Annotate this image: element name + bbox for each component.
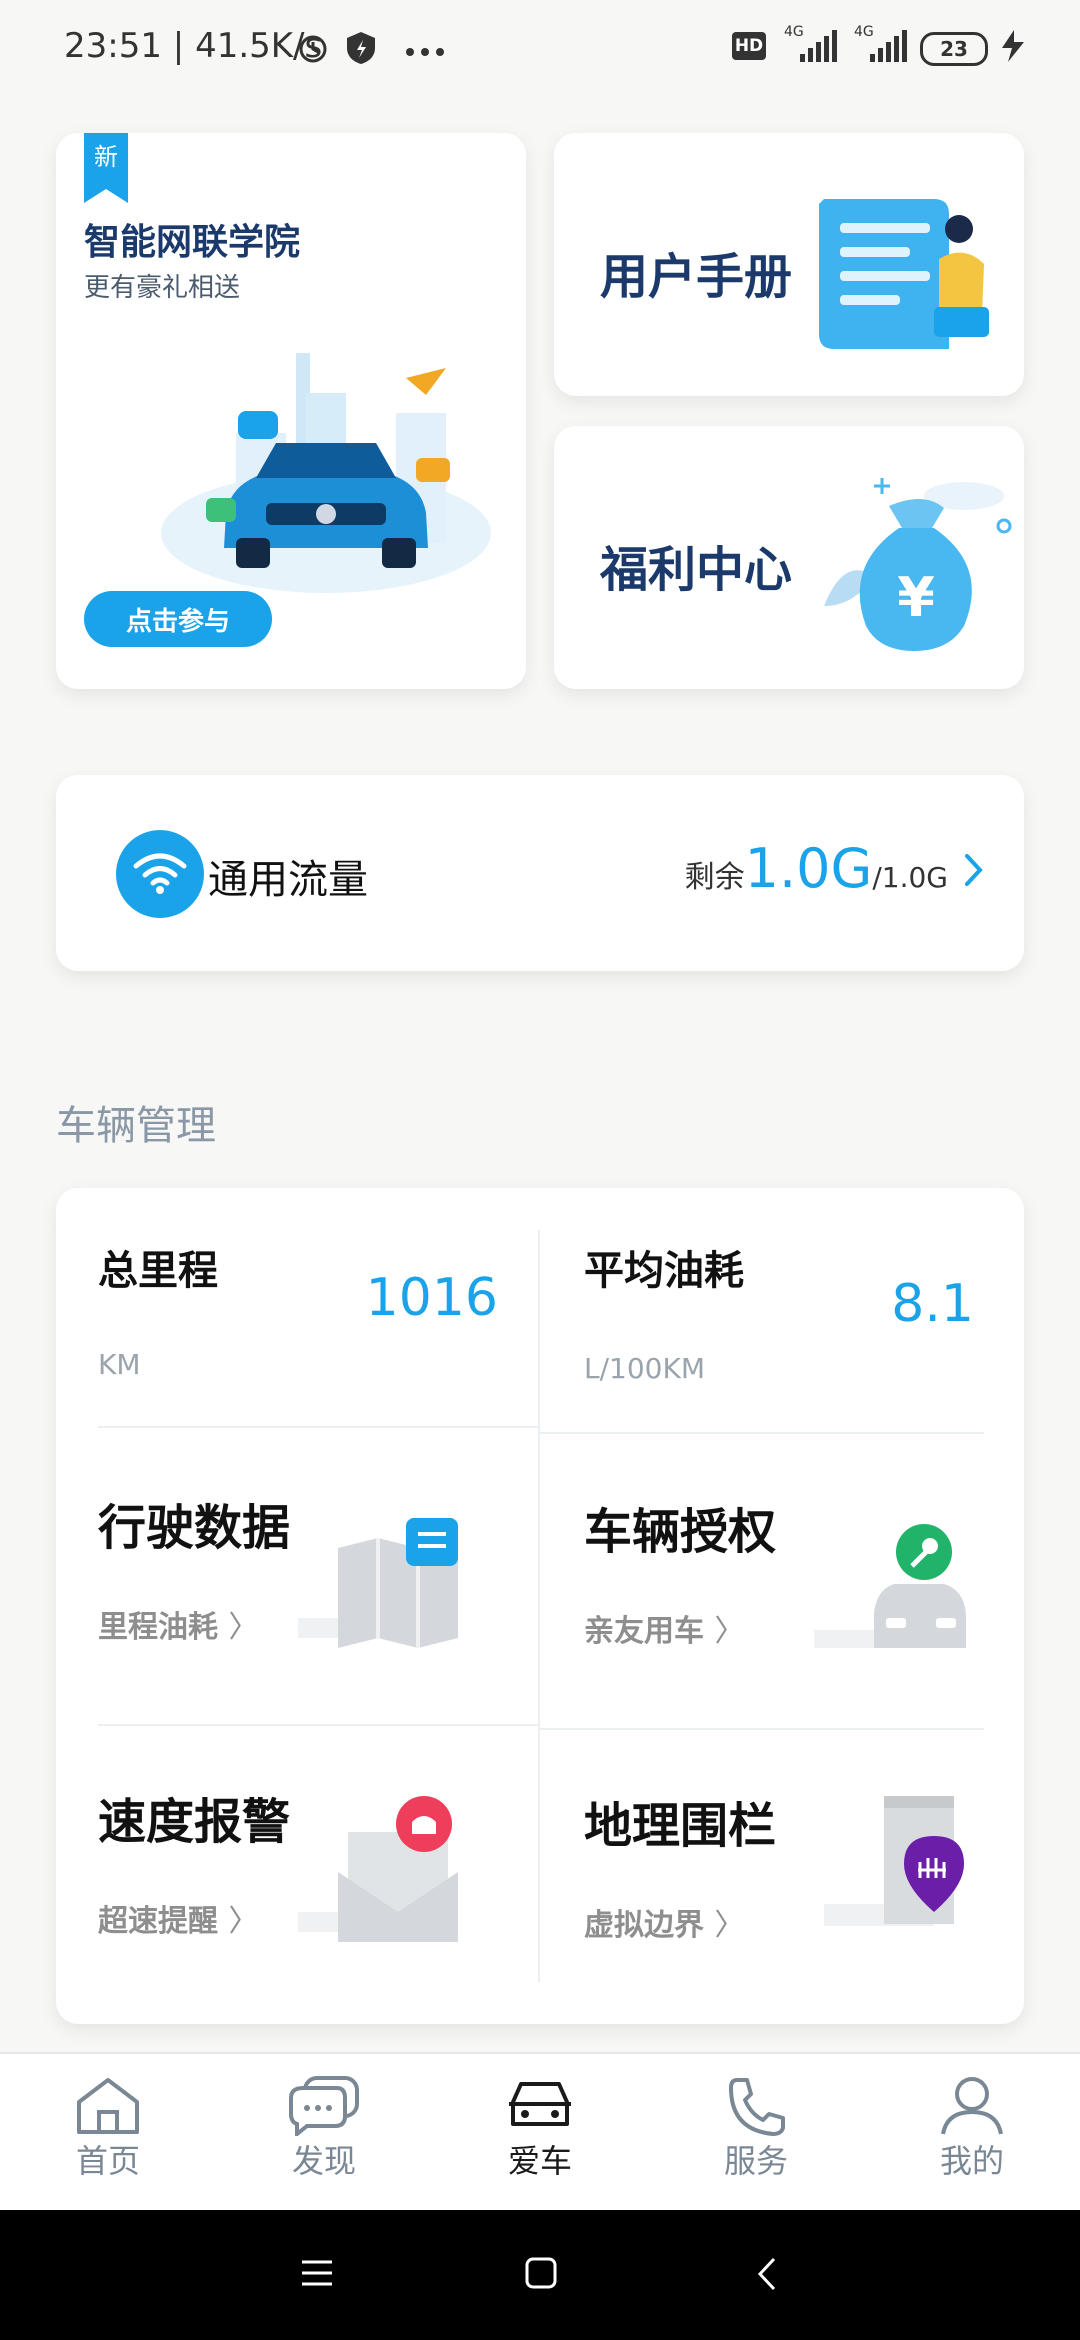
data-plan-label: 通用流量 <box>208 857 368 903</box>
fuel-value: 8.1 <box>891 1274 974 1334</box>
signal-4g-icon: 4G <box>850 24 910 68</box>
mileage-value: 1016 <box>365 1268 498 1328</box>
average-fuel-stat: 平均油耗 8.1 L/100KM <box>584 1238 1004 1408</box>
column-divider <box>538 1230 540 1982</box>
tile-title: 速度报警 <box>98 1794 291 1850</box>
money-bag-illustration: ¥ <box>804 466 1014 670</box>
wifi-icon <box>116 830 204 918</box>
total-value: /1.0G <box>872 861 948 894</box>
driving-data-tile[interactable]: 行驶数据 里程油耗 〉 <box>98 1448 538 1718</box>
battery-icon: 23 <box>920 32 988 66</box>
phone-icon <box>729 2078 785 2136</box>
geofence-tile[interactable]: 地理围栏 虚拟边界 〉 <box>584 1748 1004 2008</box>
status-time: 23:51 | 41.5K/s <box>64 26 323 66</box>
nav-discover[interactable]: 发现 <box>264 2074 384 2182</box>
user-icon <box>941 2077 1003 2135</box>
mileage-unit: KM <box>98 1348 141 1381</box>
vehicle-management-title: 车辆管理 <box>56 1103 216 1149</box>
fuel-label: 平均油耗 <box>584 1248 744 1294</box>
row-divider <box>540 1432 984 1434</box>
remaining-prefix: 剩余 <box>684 860 745 895</box>
row-divider <box>98 1724 538 1726</box>
nav-label: 发现 <box>291 2142 356 2180</box>
academy-promo-card[interactable]: 新 智能网联学院 更有豪礼相送 点击参与 <box>56 133 526 689</box>
data-remaining: 剩余 1.0G /1.0G <box>685 837 948 900</box>
nav-me[interactable]: 我的 <box>912 2074 1032 2182</box>
user-manual-title: 用户手册 <box>600 249 793 305</box>
status-bar: 23:51 | 41.5K/s HD 4G 4G 23 <box>0 0 1080 90</box>
shield-icon <box>345 30 377 70</box>
remaining-value: 1.0G <box>744 837 873 900</box>
manual-illustration <box>804 189 1004 363</box>
map-icon <box>298 1518 478 1652</box>
vehicle-authorization-tile[interactable]: 车辆授权 亲友用车 〉 <box>584 1448 1004 1718</box>
alarm-icon <box>295 30 331 70</box>
hd-icon: HD <box>732 32 766 60</box>
nav-home[interactable]: 首页 <box>48 2074 168 2182</box>
vehicle-management-card: 总里程 1016 KM 平均油耗 8.1 L/100KM 行驶数据 里程油耗 〉… <box>56 1188 1024 2024</box>
car-key-icon <box>814 1524 984 1658</box>
menu-icon[interactable] <box>300 2258 334 2292</box>
nav-my-car[interactable]: 爱车 <box>480 2074 600 2182</box>
chevron-right-icon <box>964 853 984 891</box>
row-divider <box>98 1426 538 1428</box>
tile-title: 行驶数据 <box>98 1500 291 1556</box>
nav-label: 服务 <box>723 2142 788 2180</box>
nav-label: 我的 <box>939 2142 1004 2180</box>
tile-subtitle: 亲友用车 〉 <box>584 1614 745 1649</box>
car-city-illustration <box>156 333 496 597</box>
nav-label: 首页 <box>75 2142 140 2180</box>
time-text: 23:51 <box>64 26 162 66</box>
home-icon <box>77 2078 139 2134</box>
location-fence-icon <box>824 1786 984 1940</box>
tile-subtitle: 虚拟边界 〉 <box>584 1908 745 1943</box>
data-plan-card[interactable]: 通用流量 剩余 1.0G /1.0G <box>56 775 1024 971</box>
tile-subtitle: 里程油耗 〉 <box>98 1610 259 1645</box>
tile-title: 地理围栏 <box>584 1798 777 1854</box>
bottom-navigation: 首页 发现 爱车 服务 我的 <box>0 2052 1080 2212</box>
tile-subtitle: 超速提醒 〉 <box>98 1904 259 1939</box>
charging-icon <box>998 28 1028 68</box>
home-square-icon[interactable] <box>524 2256 558 2294</box>
tile-title: 车辆授权 <box>584 1504 777 1560</box>
promo-title: 智能网联学院 <box>84 222 301 263</box>
nav-service[interactable]: 服务 <box>696 2074 816 2182</box>
fuel-unit: L/100KM <box>584 1352 705 1385</box>
mileage-label: 总里程 <box>98 1248 218 1294</box>
total-mileage-stat: 总里程 1016 KM <box>98 1238 518 1408</box>
nav-label: 爱车 <box>507 2142 572 2180</box>
row-divider <box>540 1728 984 1730</box>
system-navigation-bar <box>0 2210 1080 2340</box>
alarm-envelope-icon <box>298 1792 478 1946</box>
signal-4g-icon: 4G <box>780 24 840 68</box>
back-icon[interactable] <box>756 2256 778 2296</box>
more-icon <box>405 42 445 61</box>
svg-text:¥: ¥ <box>897 566 935 629</box>
new-badge: 新 <box>84 133 128 203</box>
welfare-center-card[interactable]: 福利中心 ¥ <box>554 426 1024 689</box>
chat-icon <box>289 2076 359 2136</box>
promo-subtitle: 更有豪礼相送 <box>84 273 241 303</box>
welfare-center-title: 福利中心 <box>600 542 793 598</box>
user-manual-card[interactable]: 用户手册 <box>554 133 1024 396</box>
speed-alarm-tile[interactable]: 速度报警 超速提醒 〉 <box>98 1744 538 2004</box>
participate-button[interactable]: 点击参与 <box>84 591 272 647</box>
car-icon <box>509 2082 571 2126</box>
